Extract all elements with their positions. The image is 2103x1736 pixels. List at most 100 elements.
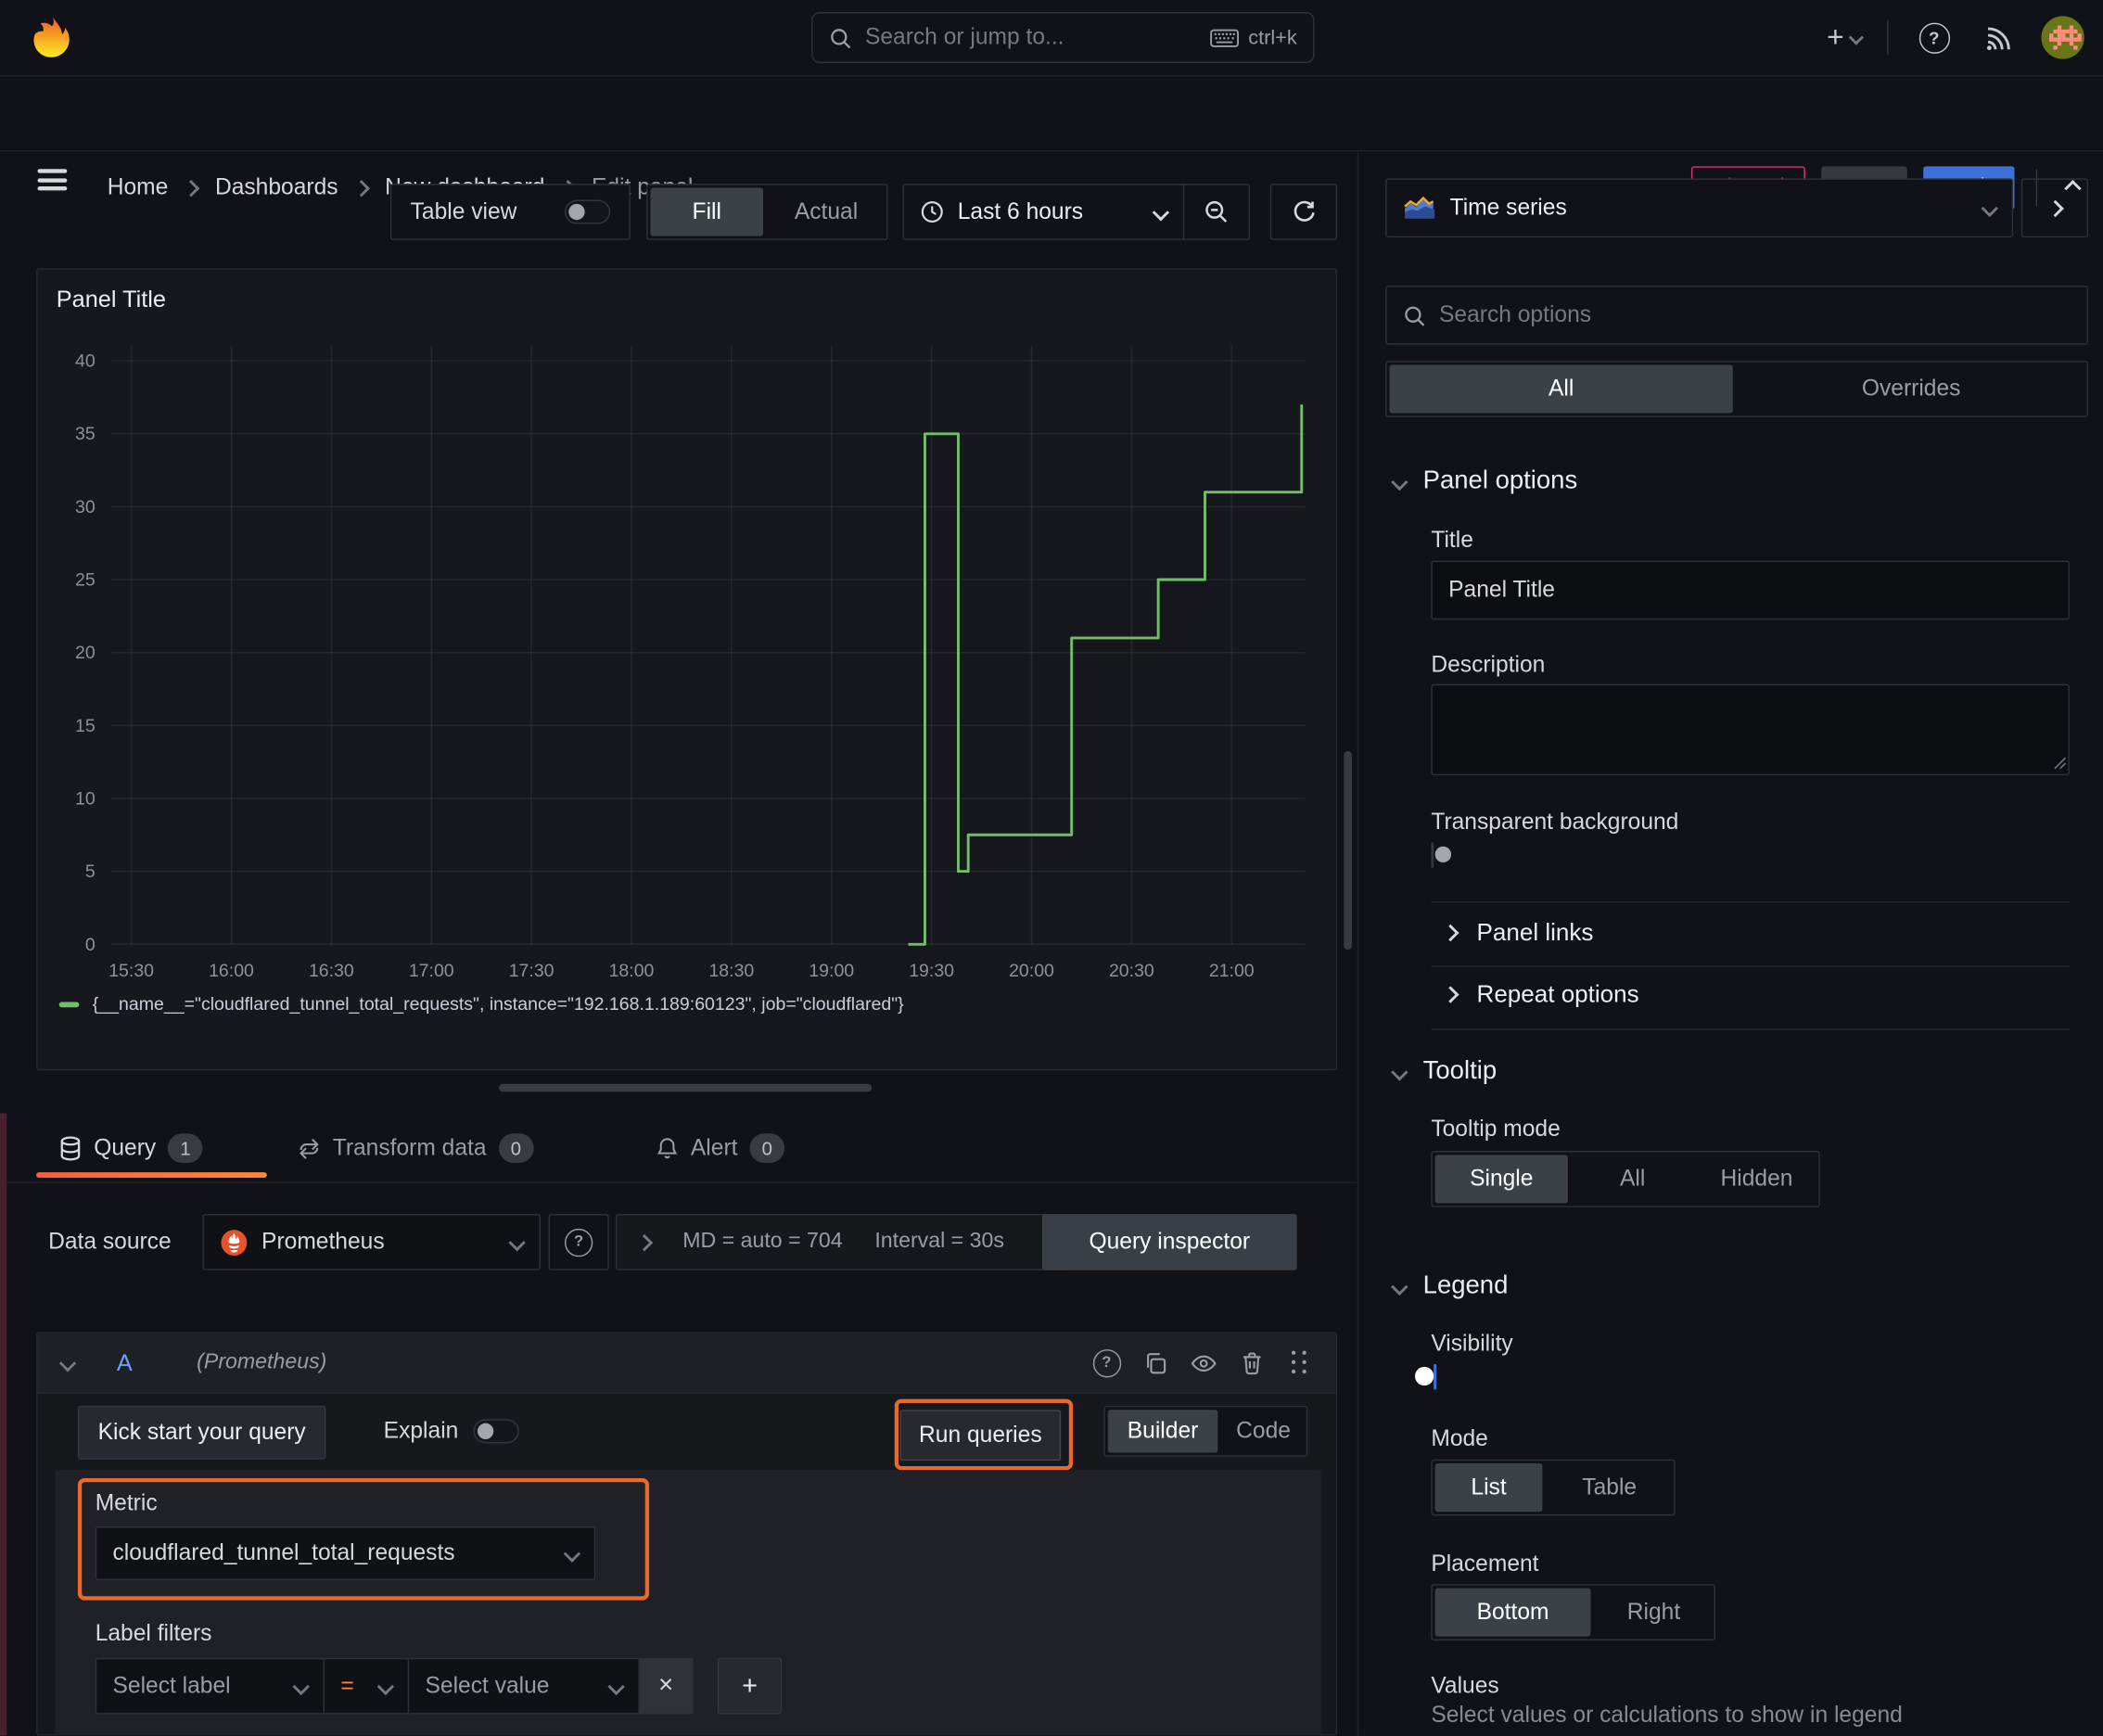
copy-query-button[interactable]	[1135, 1343, 1175, 1383]
avatar[interactable]	[2041, 16, 2084, 59]
run-queries-button[interactable]: Run queries	[899, 1410, 1062, 1462]
svg-text:17:30: 17:30	[509, 961, 554, 981]
chart-legend-item[interactable]: {__name__="cloudflared_tunnel_total_requ…	[58, 994, 904, 1014]
time-series-chart[interactable]: 0 5 10 15 20 25 30 35 40 15:30 16:00 16:30 17:00 17:3…	[37, 270, 1335, 1069]
drag-handle-icon[interactable]	[1280, 1343, 1319, 1383]
news-rss-button[interactable]	[1966, 0, 2030, 75]
chevron-right-icon	[183, 179, 200, 197]
question-circle-icon: ?	[1918, 21, 1950, 54]
toggle-query-visibility-button[interactable]	[1183, 1343, 1223, 1383]
panel-title-input[interactable]	[1431, 560, 2070, 620]
tab-transform-data[interactable]: Transform data 0	[298, 1114, 534, 1183]
legend-values-hint: Select values or calculations to show in…	[1431, 1702, 1903, 1728]
query-options-collapsed[interactable]: MD = auto = 704 Interval = 30s	[615, 1214, 1074, 1270]
divider	[1431, 1028, 2070, 1030]
global-search-input[interactable]: Search or jump to... ctrl+k	[811, 12, 1315, 63]
breadcrumb-dashboards[interactable]: Dashboards	[215, 174, 338, 201]
legend-mode-table[interactable]: Table	[1545, 1461, 1674, 1514]
tooltip-mode-all[interactable]: All	[1571, 1152, 1695, 1206]
svg-text:40: 40	[75, 351, 96, 372]
svg-text:5: 5	[85, 862, 96, 882]
delete-query-button[interactable]	[1231, 1343, 1271, 1383]
panel-options-section-header[interactable]: Panel options	[1391, 466, 1577, 496]
divider	[1431, 900, 2070, 903]
display-mode-fill[interactable]: Fill	[650, 187, 764, 236]
plus-icon: +	[1827, 19, 1844, 54]
svg-text:30: 30	[75, 497, 96, 517]
tooltip-mode-hidden[interactable]: Hidden	[1695, 1152, 1819, 1206]
collapse-query-icon[interactable]	[58, 1354, 77, 1372]
query-row-header[interactable]: A (Prometheus) ?	[37, 1333, 1336, 1394]
toggle-viz-picker-button[interactable]	[2020, 178, 2089, 238]
editor-mode-builder[interactable]: Builder	[1107, 1410, 1218, 1453]
query-help-button[interactable]: ?	[1087, 1343, 1127, 1383]
legend-mode-list[interactable]: List	[1434, 1463, 1543, 1513]
svg-text:19:00: 19:00	[809, 961, 854, 981]
metric-label: Metric	[95, 1489, 158, 1516]
add-filter-button[interactable]: +	[717, 1657, 783, 1715]
remove-filter-button[interactable]: ×	[639, 1657, 694, 1715]
divider	[1887, 19, 1889, 56]
svg-text:17:00: 17:00	[409, 961, 454, 981]
chevron-down-icon	[1848, 30, 1864, 45]
help-button[interactable]: ?	[1902, 0, 1966, 75]
editor-mode-code[interactable]: Code	[1220, 1407, 1306, 1455]
chevron-right-icon	[352, 179, 371, 197]
grafana-logo-icon[interactable]	[30, 15, 75, 60]
visualization-picker[interactable]: Time series	[1385, 178, 2014, 238]
scope-overrides[interactable]: Overrides	[1736, 363, 2087, 416]
datasource-name: Prometheus	[261, 1228, 385, 1255]
zoom-out-button[interactable]	[1184, 184, 1248, 240]
svg-text:35: 35	[75, 424, 96, 444]
tooltip-mode-single[interactable]: Single	[1434, 1155, 1568, 1204]
kick-start-query-button[interactable]: Kick start your query	[77, 1405, 326, 1460]
select-label-dropdown[interactable]: Select label	[95, 1657, 325, 1715]
select-value-dropdown[interactable]: Select value	[409, 1657, 640, 1715]
operator-dropdown[interactable]: =	[325, 1657, 410, 1715]
refresh-button[interactable]	[1269, 184, 1338, 240]
legend-section-header[interactable]: Legend	[1391, 1271, 1508, 1301]
tab-alert[interactable]: Alert 0	[656, 1114, 785, 1183]
divider	[1431, 965, 2070, 967]
clock-icon	[920, 200, 944, 224]
scrollbar-thumb[interactable]	[1344, 750, 1352, 951]
datasource-picker[interactable]: Prometheus	[202, 1214, 541, 1270]
transparent-background-toggle[interactable]	[1431, 842, 1452, 868]
visualization-name: Time series	[1449, 194, 1567, 221]
table-view-toggle[interactable]	[564, 199, 611, 224]
explain-toggle[interactable]	[473, 1419, 519, 1444]
svg-text:20: 20	[75, 643, 96, 663]
time-range-button[interactable]: Last 6 hours	[904, 198, 1183, 225]
query-row-card: A (Prometheus) ? Kick start your query E…	[36, 1332, 1338, 1736]
bell-icon	[656, 1136, 679, 1160]
datasource-help-button[interactable]: ?	[548, 1214, 609, 1270]
legend-visibility-toggle[interactable]	[1414, 1364, 1437, 1390]
panel-resize-handle[interactable]	[499, 1083, 873, 1092]
tooltip-section-header[interactable]: Tooltip	[1391, 1057, 1497, 1087]
query-inspector-button[interactable]: Query inspector	[1041, 1214, 1297, 1270]
options-scope-tabs: All Overrides	[1385, 361, 2089, 417]
top-bar-actions: + ?	[1815, 0, 2103, 75]
close-icon: ×	[658, 1671, 674, 1700]
panel-links-section[interactable]: Panel links	[1442, 919, 1593, 947]
display-mode-actual[interactable]: Actual	[766, 185, 886, 239]
tab-query-label: Query	[94, 1134, 157, 1161]
tooltip-mode-switch: Single All Hidden	[1431, 1151, 1820, 1207]
scope-all[interactable]: All	[1389, 364, 1733, 414]
svg-text:18:30: 18:30	[708, 961, 754, 981]
description-textarea[interactable]	[1431, 683, 2070, 776]
tab-query-count: 1	[168, 1133, 203, 1164]
add-new-button[interactable]: +	[1815, 0, 1874, 75]
repeat-options-section[interactable]: Repeat options	[1442, 980, 1639, 1008]
metric-select[interactable]: cloudflared_tunnel_total_requests	[95, 1526, 596, 1580]
keyboard-icon	[1209, 28, 1239, 48]
options-search-input[interactable]: Search options	[1385, 286, 2089, 345]
breadcrumb-home[interactable]: Home	[108, 174, 169, 201]
legend-placement-right[interactable]: Right	[1593, 1586, 1714, 1640]
label-filters-label: Label filters	[95, 1620, 212, 1646]
legend-placement-bottom[interactable]: Bottom	[1434, 1588, 1591, 1637]
options-search-placeholder: Search options	[1439, 301, 1592, 327]
time-range-picker: Last 6 hours	[902, 184, 1251, 240]
display-mode-switch: Fill Actual	[646, 184, 888, 240]
menu-icon[interactable]	[37, 169, 68, 191]
